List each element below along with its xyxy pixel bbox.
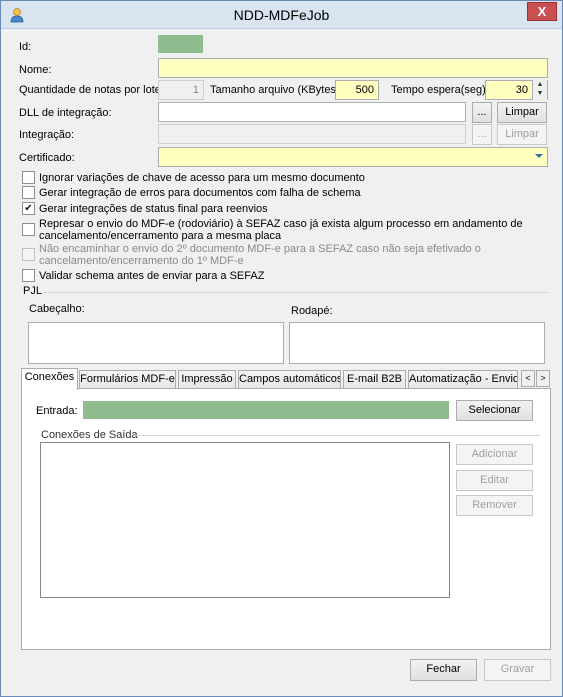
selecionar-button[interactable]: Selecionar — [456, 400, 533, 421]
dll-label: DLL de integração: — [19, 107, 112, 119]
tab-email-b2b[interactable]: E-mail B2B — [343, 370, 406, 389]
tempo-label: Tempo espera(seg): — [391, 84, 489, 96]
id-field — [158, 35, 203, 53]
checkbox-gerar-erros-schema-label[interactable]: Gerar integração de erros para documento… — [39, 187, 361, 199]
nome-input[interactable] — [158, 58, 548, 78]
checkbox-ignorar-variacoes[interactable] — [22, 171, 35, 184]
certificado-label: Certificado: — [19, 152, 75, 164]
remover-button: Remover — [456, 495, 533, 516]
checkbox-nao-encaminhar — [22, 248, 35, 261]
dll-input[interactable] — [158, 102, 466, 122]
tab-formularios-mdfe[interactable]: Formulários MDF-e — [79, 370, 176, 389]
title-bar[interactable]: NDD-MDFeJob X — [1, 1, 562, 29]
tab-automatizacao-envio[interactable]: Automatização - Envio — [408, 370, 518, 389]
checkbox-ignorar-variacoes-label[interactable]: Ignorar variações de chave de acesso par… — [39, 172, 365, 184]
tab-conexoes[interactable]: Conexões — [21, 368, 78, 390]
integracao-limpar-button: Limpar — [497, 124, 547, 145]
pjl-divider — [43, 292, 549, 293]
checkbox-validar-schema-label[interactable]: Validar schema antes de enviar para a SE… — [39, 270, 264, 282]
tamanho-label: Tamanho arquivo (KBytes): — [210, 84, 343, 96]
chevron-down-icon[interactable] — [535, 154, 543, 158]
tamanho-input[interactable]: 500 — [335, 80, 379, 100]
qtd-notas-input: 1 — [158, 80, 204, 100]
integracao-input — [158, 124, 466, 144]
dll-browse-button[interactable]: ... — [472, 102, 492, 123]
certificado-combobox[interactable] — [158, 147, 548, 167]
checkbox-represar-envio[interactable] — [22, 223, 35, 236]
rodape-label: Rodapé: — [291, 305, 333, 317]
tab-impressao[interactable]: Impressão — [178, 370, 236, 389]
tab-panel-conexoes: Entrada: Selecionar Conexões de Saída Ad… — [21, 388, 551, 650]
checkbox-represar-envio-label[interactable]: Represar o envio do MDF-e (rodoviário) à… — [39, 218, 539, 242]
spin-down-icon[interactable]: ▼ — [533, 89, 547, 98]
window-title: NDD-MDFeJob — [233, 7, 330, 23]
entrada-label: Entrada: — [36, 405, 78, 417]
tempo-value: 30 — [515, 84, 528, 96]
nome-label: Nome: — [19, 64, 52, 76]
main-window: NDD-MDFeJob X Id: Nome: Quantidade de no… — [0, 0, 563, 697]
checkbox-nao-encaminhar-label: Não encaminhar o envio do 2º documento M… — [39, 243, 481, 267]
qtd-notas-label: Quantidade de notas por lote: — [19, 84, 164, 96]
saida-divider — [135, 435, 540, 436]
checkbox-gerar-erros-schema[interactable] — [22, 186, 35, 199]
tab-scroll-left-icon[interactable]: < — [521, 370, 535, 387]
rodape-textarea[interactable] — [289, 322, 545, 364]
conexoes-saida-list[interactable] — [40, 442, 450, 598]
dll-limpar-button[interactable]: Limpar — [497, 102, 547, 123]
fechar-button[interactable]: Fechar — [410, 659, 477, 681]
integracao-label: Integração: — [19, 129, 75, 141]
tab-scroll-right-icon[interactable]: > — [536, 370, 550, 387]
gravar-button: Gravar — [484, 659, 551, 681]
adicionar-button: Adicionar — [456, 444, 533, 465]
checkbox-validar-schema[interactable] — [22, 269, 35, 282]
cabecalho-textarea[interactable] — [28, 322, 284, 364]
saida-group-label: Conexões de Saída — [41, 429, 138, 441]
close-button[interactable]: X — [527, 2, 557, 21]
integracao-browse-button: ... — [472, 124, 492, 145]
entrada-field — [83, 401, 449, 419]
tempo-input[interactable]: 30 ▲ ▼ — [485, 80, 548, 100]
tempo-spinner[interactable]: ▲ ▼ — [532, 80, 547, 100]
spin-up-icon[interactable]: ▲ — [533, 80, 547, 89]
cabecalho-label: Cabeçalho: — [29, 303, 85, 315]
id-label: Id: — [19, 41, 32, 53]
checkbox-status-final-reenvios[interactable] — [22, 202, 35, 215]
tab-campos-automaticos[interactable]: Campos automáticos — [238, 370, 341, 389]
editar-button: Editar — [456, 470, 533, 491]
pjl-group-label: PJL — [23, 285, 42, 297]
checkbox-status-final-reenvios-label[interactable]: Gerar integrações de status final para r… — [39, 203, 268, 215]
